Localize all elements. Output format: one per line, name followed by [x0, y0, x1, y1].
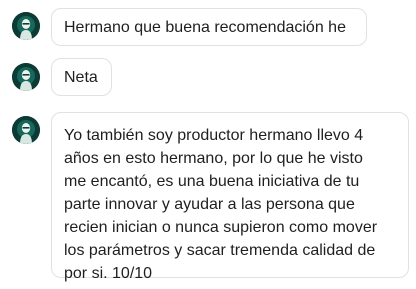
comment-bubble: Hermano que buena recomendación he — [51, 8, 367, 46]
avatar-figure-icon — [12, 116, 40, 144]
comment-text: Yo también soy productor hermano llevo 4… — [64, 127, 378, 282]
comment-bubble: Neta — [51, 58, 112, 96]
user-avatar[interactable] — [12, 63, 40, 91]
avatar-figure-icon — [12, 12, 40, 40]
comment-thread: Hermano que buena recomendación he Neta — [0, 0, 416, 289]
comment-bubble: Yo también soy productor hermano llevo 4… — [51, 112, 409, 282]
comment-text: Neta — [64, 69, 98, 86]
comment-text: Hermano que buena recomendación he — [64, 19, 346, 36]
user-avatar[interactable] — [12, 12, 40, 40]
user-avatar[interactable] — [12, 116, 40, 144]
avatar-figure-icon — [12, 63, 40, 91]
